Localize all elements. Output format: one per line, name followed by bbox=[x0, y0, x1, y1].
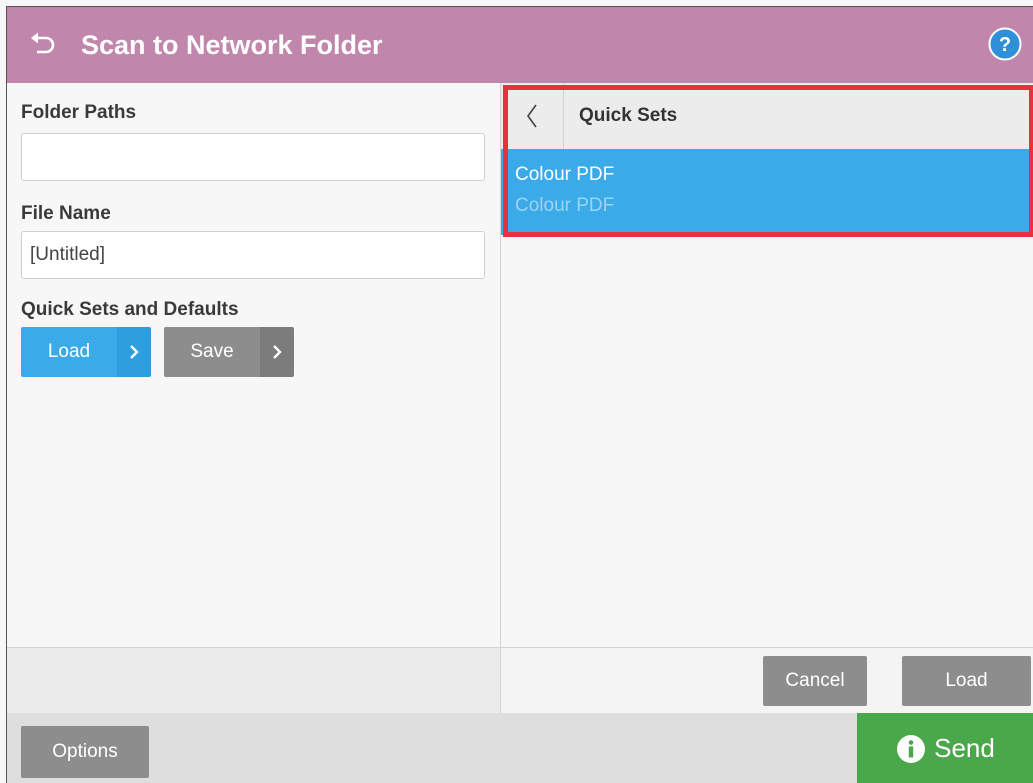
right-footer: Cancel Load bbox=[501, 647, 1033, 713]
quick-sets-title: Quick Sets bbox=[579, 105, 678, 126]
quick-sets-header: Quick Sets bbox=[501, 83, 1033, 149]
left-footer bbox=[7, 647, 500, 713]
help-icon[interactable]: ? bbox=[988, 27, 1022, 61]
load-selected-button[interactable]: Load bbox=[902, 656, 1031, 706]
quick-set-name: Colour PDF bbox=[515, 164, 615, 185]
load-quick-set-button[interactable]: Load bbox=[21, 327, 151, 377]
file-name-field[interactable]: [Untitled] bbox=[21, 231, 485, 279]
bottom-bar: Options Send bbox=[7, 713, 1033, 783]
save-button-label: Save bbox=[164, 327, 260, 377]
folder-paths-label: Folder Paths bbox=[21, 102, 137, 123]
quick-sets-back-button[interactable] bbox=[501, 83, 564, 149]
quick-sets-panel: Quick Sets Colour PDF Colour PDF bbox=[501, 83, 1033, 647]
page-title: Scan to Network Folder bbox=[81, 30, 383, 60]
quick-set-description: Colour PDF bbox=[515, 195, 615, 216]
title-bar: Scan to Network Folder ? bbox=[7, 7, 1033, 83]
chevron-right-icon bbox=[260, 327, 294, 377]
cancel-button[interactable]: Cancel bbox=[763, 656, 867, 706]
quick-sets-defaults-label: Quick Sets and Defaults bbox=[21, 299, 239, 320]
save-quick-set-button[interactable]: Save bbox=[164, 327, 294, 377]
screen-frame: Scan to Network Folder ? Folder Paths Fi… bbox=[6, 6, 1033, 783]
svg-text:?: ? bbox=[999, 34, 1011, 56]
info-icon bbox=[897, 734, 926, 763]
quick-set-item-colour-pdf[interactable]: Colour PDF Colour PDF bbox=[501, 149, 1033, 235]
folder-paths-field[interactable] bbox=[21, 133, 485, 181]
file-name-label: File Name bbox=[21, 203, 111, 224]
chevron-left-icon bbox=[527, 104, 537, 128]
send-button-label: Send bbox=[934, 733, 995, 763]
send-button[interactable]: Send bbox=[857, 713, 1033, 783]
scan-settings-panel: Folder Paths File Name [Untitled] Quick … bbox=[7, 83, 500, 647]
back-arrow-icon[interactable] bbox=[29, 29, 57, 57]
options-button[interactable]: Options bbox=[21, 726, 149, 778]
load-button-label: Load bbox=[21, 327, 117, 377]
chevron-right-icon bbox=[117, 327, 151, 377]
